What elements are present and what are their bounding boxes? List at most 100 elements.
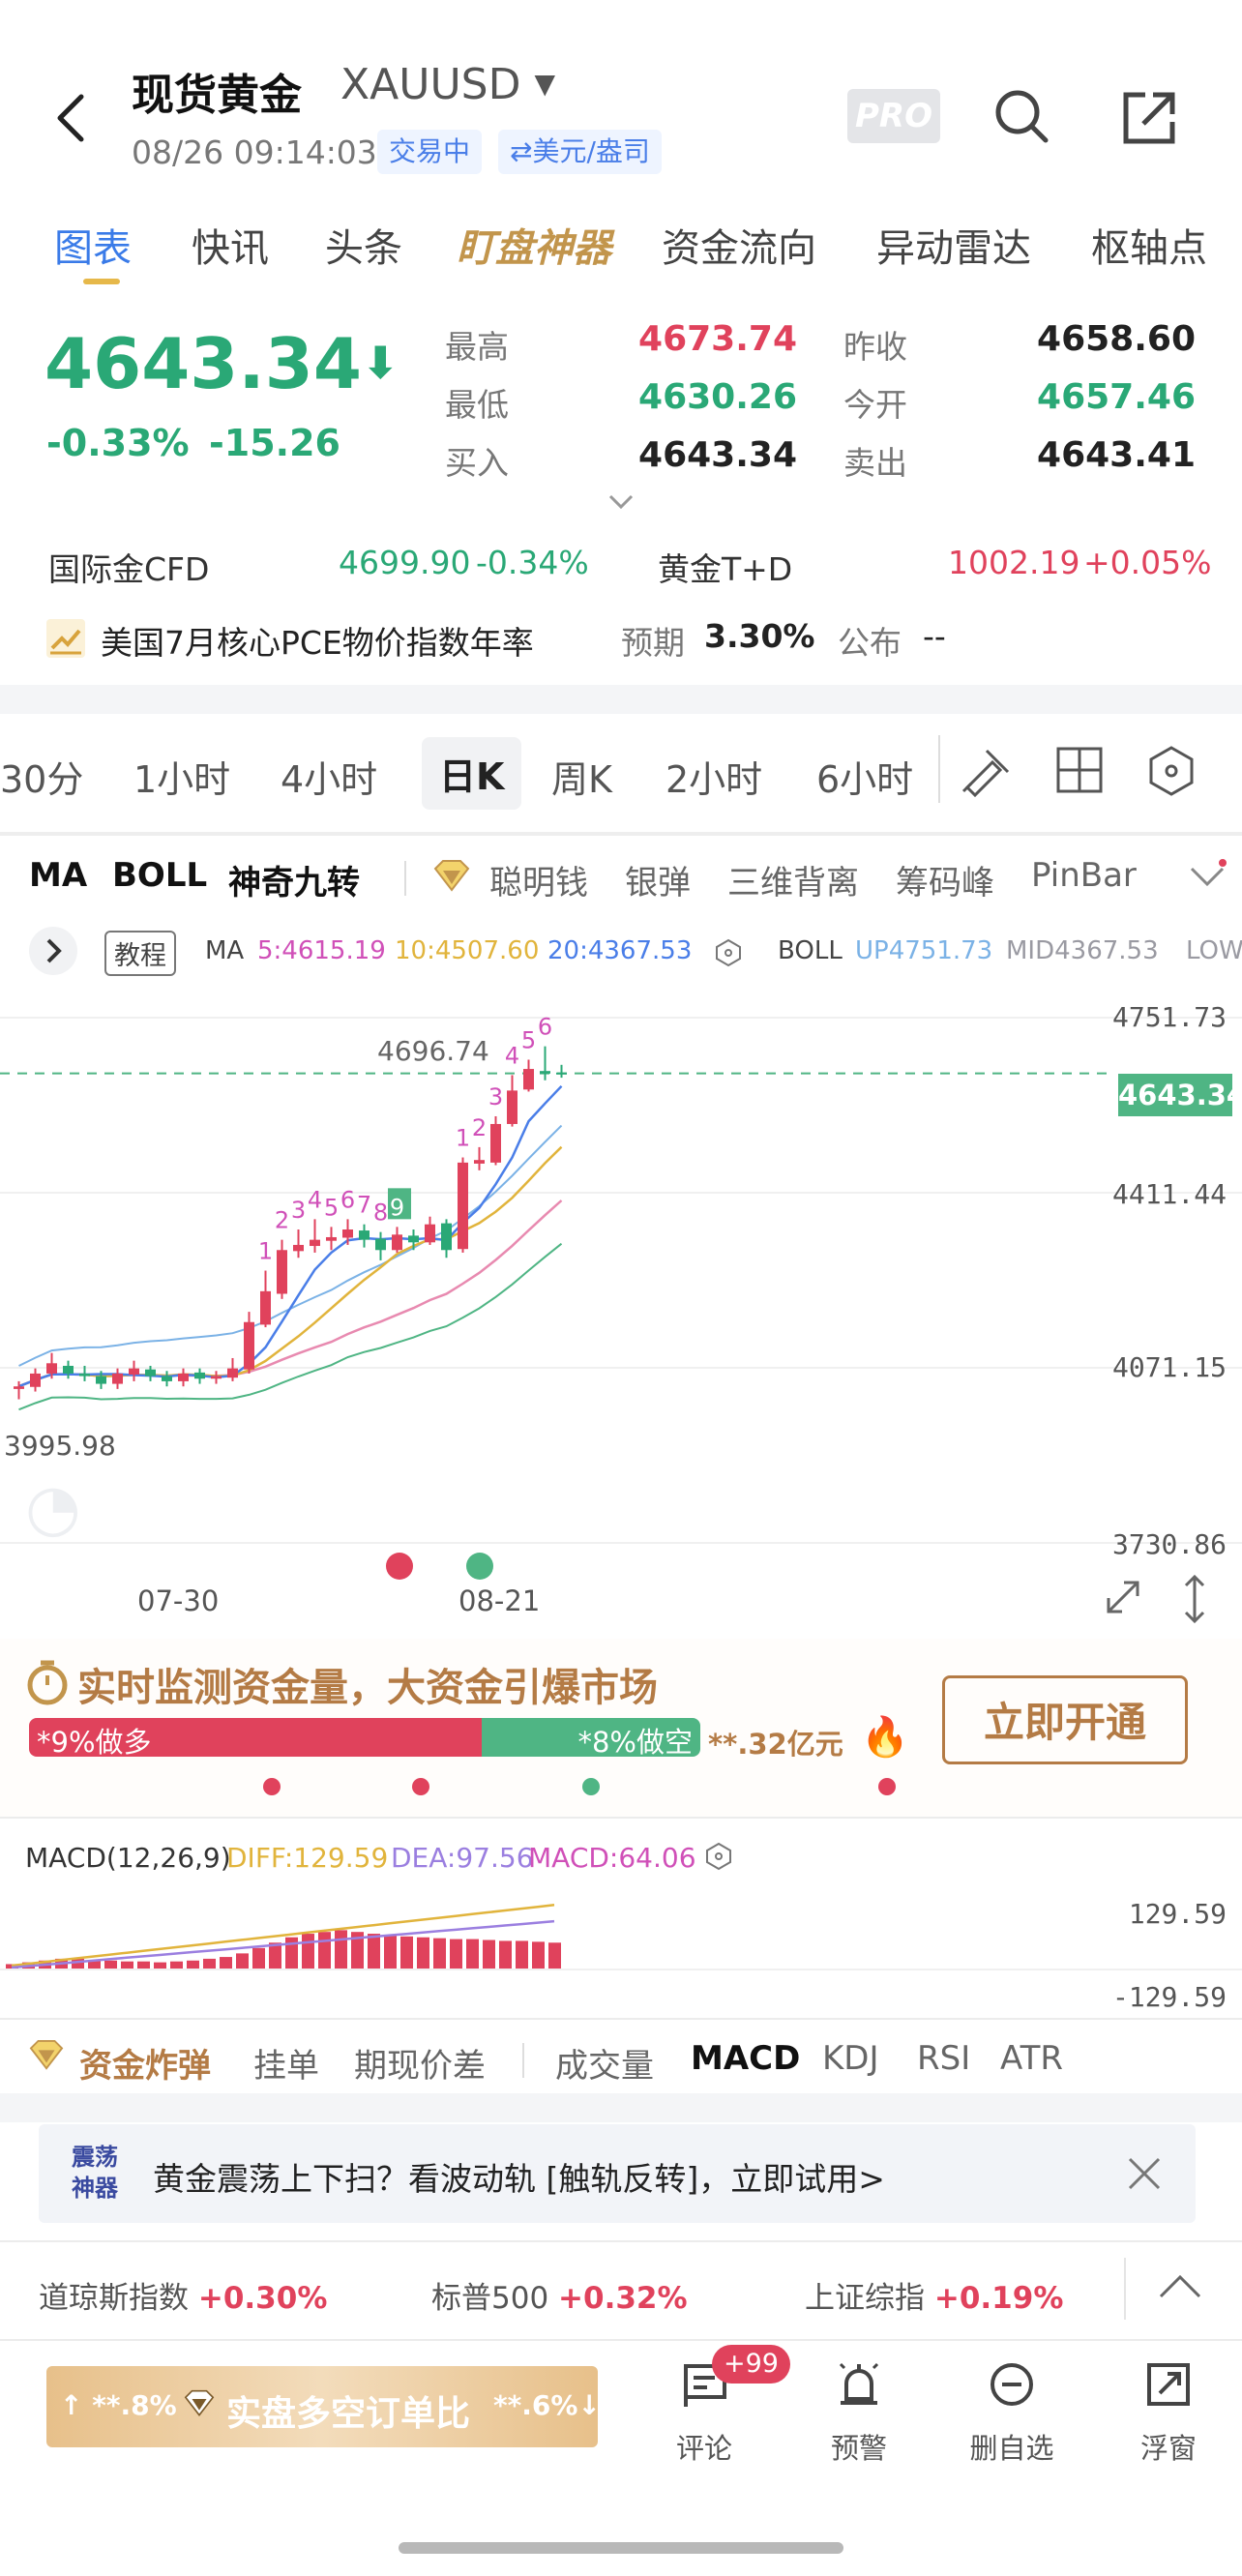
indicator-ma[interactable]: MA (29, 856, 87, 895)
subtab-volume[interactable]: 成交量 (555, 2039, 654, 2087)
nine-turn-label: 4 (505, 1042, 519, 1069)
float-window-label[interactable]: 浮窗 (1110, 2426, 1227, 2467)
ma10-value: 10:4507.60 (395, 936, 540, 965)
tab-chart[interactable]: 图表 (54, 217, 132, 273)
macd-chart[interactable] (0, 1882, 1242, 2018)
promo-banner[interactable]: 震荡神器 黄金震荡上下扫？看波动轨 [触轨反转]，立即试用> (39, 2124, 1196, 2223)
separator (0, 2339, 1242, 2341)
float-window-icon[interactable] (1130, 2360, 1207, 2413)
index-dow[interactable]: 道琼斯指数 +0.30% (39, 2273, 327, 2317)
macd-histogram-bar (384, 1935, 397, 1969)
period-4h[interactable]: 4小时 (281, 750, 377, 803)
period-daily[interactable]: 日K (422, 737, 522, 810)
candle-body (359, 1230, 370, 1240)
alert-bell-icon[interactable] (820, 2360, 898, 2413)
collapse-toggle[interactable] (29, 927, 77, 975)
macd-histogram-bar (466, 1939, 479, 1969)
period-weekly[interactable]: 周K (551, 750, 612, 803)
x-axis-label: 08-21 (458, 1584, 541, 1617)
subtab-macd[interactable]: MACD (691, 2039, 800, 2078)
open-now-button[interactable]: 立即开通 (942, 1675, 1188, 1764)
more-chevron-icon[interactable] (1186, 859, 1228, 898)
bid-label: 买入 (445, 444, 509, 482)
macd-histogram-bar (236, 1953, 249, 1969)
subtab-kdj[interactable]: KDJ (822, 2039, 879, 2078)
event-row[interactable]: 美国7月核心PCE物价指数年率 预期 3.30% 公布 -- (46, 615, 1207, 664)
subtab-rsi[interactable]: RSI (917, 2039, 970, 2078)
indicator-divergence[interactable]: 三维背离 (727, 856, 859, 903)
chevron-up-icon[interactable] (1157, 2271, 1203, 2306)
bomb-marker[interactable] (582, 1778, 600, 1795)
vertical-resize-icon[interactable] (1178, 1573, 1211, 1629)
cfd-label[interactable]: 国际金CFD (48, 544, 209, 590)
macd-histogram-bar (433, 1938, 446, 1969)
layout-grid-icon[interactable] (1054, 745, 1105, 799)
promo-section[interactable]: 实时监测资金量，大资金引爆市场 *9%做多 *8%做空 **.32亿元 🔥 立即… (0, 1639, 1242, 1819)
remove-watchlist-label[interactable]: 删自选 (954, 2426, 1070, 2467)
settings-hex-icon[interactable] (1145, 745, 1198, 801)
back-button[interactable] (48, 89, 97, 147)
period-2h[interactable]: 2小时 (665, 750, 762, 803)
macd-histogram-bar (154, 1962, 166, 1969)
macd-histogram-bar (302, 1934, 314, 1969)
period-1h[interactable]: 1小时 (133, 750, 230, 803)
comment-label[interactable]: 评论 (646, 2426, 762, 2467)
subtab-fund-bomb[interactable]: 资金炸弹 (79, 2039, 211, 2087)
period-30m[interactable]: 30分 (0, 750, 83, 803)
indicator-pinbar[interactable]: PinBar (1031, 856, 1137, 895)
watermark-logo: ◔ (25, 1470, 87, 1545)
remove-watchlist-icon[interactable] (973, 2360, 1050, 2413)
event-expect-value: 3.30% (704, 617, 815, 655)
indicator-smart-money[interactable]: 聪明钱 (489, 856, 588, 903)
promo-title: 实时监测资金量，大资金引爆市场 (77, 1666, 658, 1710)
pro-badge[interactable]: PRO (847, 89, 940, 143)
subtab-orders[interactable]: 挂单 (253, 2039, 319, 2087)
macd-settings-icon[interactable] (704, 1842, 733, 1875)
subtab-atr[interactable]: ATR (1000, 2039, 1063, 2078)
event-publish-label: 公布 (838, 624, 902, 662)
expand-chevron-icon[interactable] (607, 493, 635, 515)
index-sp500[interactable]: 标普500 +0.32% (431, 2273, 688, 2317)
indicator-boll[interactable]: BOLL (112, 856, 207, 895)
timer-icon (23, 1658, 72, 1710)
ask-label: 卖出 (843, 444, 907, 482)
tutorial-button[interactable]: 教程 (104, 931, 176, 976)
macd-histogram-bar (335, 1930, 347, 1969)
candle-body (260, 1290, 271, 1325)
candlestick-chart[interactable]: 12 3 4 5 6 7 8 91 2345 6 (0, 977, 1242, 1644)
draw-tool-icon[interactable] (958, 743, 1012, 801)
bomb-marker[interactable] (263, 1778, 281, 1795)
tab-flash[interactable]: 快讯 (192, 217, 269, 273)
event-marker-red[interactable] (386, 1553, 413, 1580)
indicator-nine-turn[interactable]: 神奇九转 (228, 856, 360, 903)
candle-body (46, 1363, 57, 1374)
long-short-ratio-button[interactable]: ↑ **.8% 实盘多空订单比 **.6%↓ (46, 2366, 601, 2447)
bomb-marker[interactable] (412, 1778, 429, 1795)
event-marker-green[interactable] (466, 1553, 493, 1580)
tab-pivot[interactable]: 枢轴点 (1091, 217, 1207, 273)
caret-down-icon: ▼ (534, 68, 556, 100)
macd-histogram-bar (483, 1939, 495, 1969)
tab-radar[interactable]: 异动雷达 (876, 217, 1031, 273)
period-6h[interactable]: 6小时 (816, 750, 913, 803)
symbol-selector[interactable]: XAUUSD ▼ (340, 60, 555, 109)
share-icon[interactable] (1120, 89, 1178, 151)
nine-turn-label: 3 (291, 1197, 306, 1224)
td-label[interactable]: 黄金T+D (658, 544, 792, 590)
tab-headlines[interactable]: 头条 (325, 217, 402, 273)
search-icon[interactable] (992, 87, 1050, 149)
tab-watch-tool[interactable]: 盯盘神器 (457, 217, 611, 273)
indicator-chip-peak[interactable]: 筹码峰 (896, 856, 994, 903)
current-price: 4643.34⬇ (44, 323, 399, 404)
low-marker-label: 3995.98 (4, 1430, 116, 1462)
index-sse[interactable]: 上证综指 +0.19% (805, 2273, 1063, 2317)
alert-label[interactable]: 预警 (801, 2426, 917, 2467)
indicator-silver-bullet[interactable]: 银弹 (625, 856, 691, 903)
separator (0, 1817, 1242, 1819)
close-icon[interactable] (1124, 2153, 1165, 2198)
bomb-marker[interactable] (878, 1778, 896, 1795)
tab-fund-flow[interactable]: 资金流向 (662, 217, 816, 273)
subtab-basis[interactable]: 期现价差 (354, 2039, 486, 2087)
legend-settings-icon[interactable] (714, 938, 743, 971)
fullscreen-icon[interactable] (1101, 1575, 1145, 1623)
